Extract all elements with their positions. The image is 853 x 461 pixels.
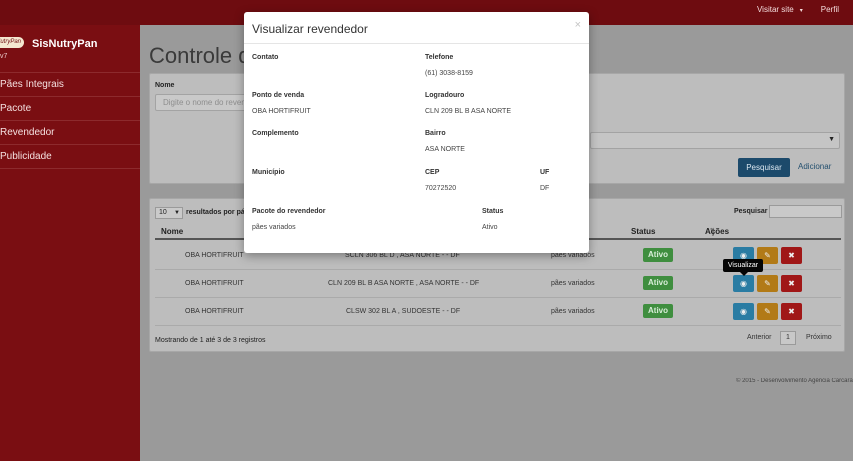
brand-name[interactable]: SisNutryPan (32, 38, 97, 50)
table-info: Mostrando de 1 até 3 de 3 registros (155, 337, 266, 344)
edit-icon: ✎ (764, 279, 771, 288)
field-label-bairro: Bairro (425, 130, 446, 137)
table-search-label: Pesquisar (734, 208, 768, 215)
sidebar-item-publicidade[interactable]: Publicidade (0, 145, 140, 169)
chevron-down-icon: ▾ (799, 8, 803, 14)
view-tooltip: Visualizar (723, 259, 763, 276)
eye-icon: ◉ (740, 279, 747, 288)
close-icon: ✖ (788, 279, 795, 288)
field-value-uf: DF (540, 185, 550, 192)
search-button[interactable]: Pesquisar (738, 158, 790, 177)
status-badge: Ativo (643, 304, 673, 318)
delete-button[interactable]: ✖ (781, 275, 802, 292)
status-badge: Ativo (643, 248, 673, 262)
view-reseller-modal: Visualizar revendedor × Contato Telefone… (244, 12, 589, 253)
edit-icon: ✎ (764, 307, 771, 316)
pagination-page-1[interactable]: 1 (780, 331, 796, 345)
field-label-logradouro: Logradouro (425, 92, 465, 99)
visit-site-link[interactable]: Visitar site ▾ (757, 5, 803, 14)
field-value-status: Ativo (482, 224, 498, 231)
table-search-input[interactable] (769, 205, 842, 218)
sidebar-item-pacote[interactable]: Pacote (0, 97, 140, 121)
table-row: OBA HORTIFRUIT CLN 209 BL B ASA NORTE , … (155, 270, 841, 298)
view-button[interactable]: ◉ (733, 275, 754, 292)
field-label-uf: UF (540, 169, 550, 176)
eye-icon: ◉ (740, 307, 747, 316)
modal-header: Visualizar revendedor × (244, 12, 589, 44)
field-label-contato: Contato (252, 54, 279, 61)
brand-version: v7 (0, 53, 8, 60)
delete-button[interactable]: ✖ (781, 247, 802, 264)
add-button[interactable]: Adicionar (798, 162, 831, 171)
field-value-bairro: ASA NORTE (425, 146, 465, 153)
edit-button[interactable]: ✎ (757, 303, 778, 320)
profile-menu[interactable]: Perfil (821, 5, 839, 14)
pagination-previous[interactable]: Anterior (747, 334, 772, 341)
view-button[interactable]: ◉ (733, 303, 754, 320)
chevron-down-icon: ▼ (828, 136, 835, 143)
brand: NutryPan SisNutryPan v7 (0, 25, 140, 73)
edit-button[interactable]: ✎ (757, 275, 778, 292)
field-label-cep: CEP (425, 169, 440, 176)
field-label-telefone: Telefone (425, 54, 454, 61)
edit-icon: ✎ (764, 251, 771, 260)
table-row: OBA HORTIFRUIT CLSW 302 BL A , SUDOESTE … (155, 298, 841, 326)
column-header-acoes[interactable]: Ações⇅ (705, 227, 729, 236)
field-value-pacote: pães variados (252, 224, 296, 231)
chevron-down-icon: ▼ (174, 210, 180, 216)
column-header-nome[interactable]: Nome (161, 227, 183, 236)
logo: NutryPan (0, 37, 24, 48)
close-icon: ✖ (788, 307, 795, 316)
filter-select[interactable]: ▼ (590, 132, 840, 149)
field-value-telefone: (61) 3038-8159 (425, 70, 473, 77)
pagination-next[interactable]: Próximo (806, 334, 832, 341)
field-value-ponto-de-venda: OBA HORTIFRUIT (252, 108, 311, 115)
page-length-select[interactable]: 10 ▼ (155, 207, 183, 219)
sidebar-item-revendedor[interactable]: Revendedor (0, 121, 140, 145)
footer-credit: © 2015 - Desenvolvimento Agência Carcará (736, 378, 853, 384)
field-label-ponto-de-venda: Ponto de venda (252, 92, 305, 99)
field-label-municipio: Município (252, 169, 285, 176)
status-badge: Ativo (643, 276, 673, 290)
field-value-logradouro: CLN 209 BL B ASA NORTE (425, 108, 511, 115)
field-label-status: Status (482, 208, 504, 215)
field-label-complemento: Complemento (252, 130, 299, 137)
sidebar: NutryPan SisNutryPan v7 Pães Integrais P… (0, 25, 140, 461)
sidebar-item-paes-integrais[interactable]: Pães Integrais (0, 73, 140, 97)
name-label: Nome (155, 82, 175, 89)
field-value-cep: 70272520 (425, 185, 457, 192)
modal-title: Visualizar revendedor (252, 22, 368, 36)
column-header-status[interactable]: Status ⇅ (631, 227, 715, 236)
close-icon: ✖ (788, 251, 795, 260)
close-icon[interactable]: × (575, 19, 581, 31)
field-label-pacote: Pacote do revendedor (252, 208, 326, 215)
delete-button[interactable]: ✖ (781, 303, 802, 320)
